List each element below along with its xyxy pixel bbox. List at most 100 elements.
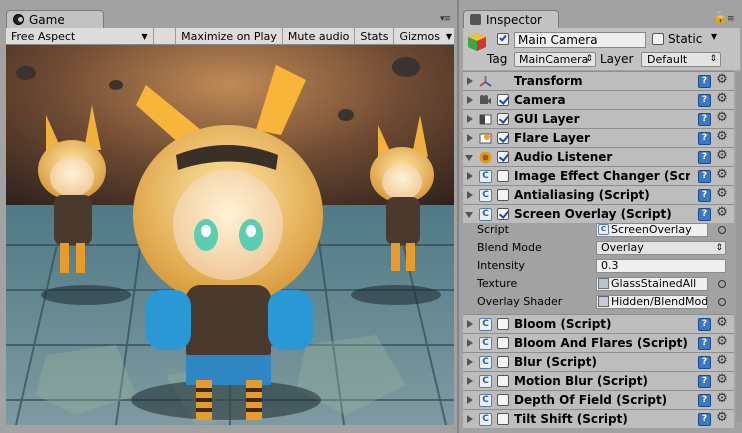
component-header[interactable]: C Image Effect Changer (Script)? ⚙ bbox=[463, 166, 734, 185]
script-icon: C bbox=[479, 208, 492, 221]
component-enabled-checkbox[interactable] bbox=[497, 394, 509, 406]
foldout-closed-icon[interactable] bbox=[467, 415, 473, 423]
help-book-icon[interactable]: ? bbox=[698, 75, 711, 88]
component-header[interactable]: C Bloom And Flares (Script)? ⚙ bbox=[463, 333, 734, 352]
lock-icon[interactable]: 🔒 bbox=[713, 10, 728, 24]
help-book-icon[interactable]: ? bbox=[698, 394, 711, 407]
blend-mode-dropdown[interactable]: Overlay ⇕ bbox=[596, 241, 726, 255]
component-header[interactable]: C Antialiasing (Script)? ⚙ bbox=[463, 185, 734, 204]
component-header[interactable]: Flare Layer? ⚙ bbox=[463, 128, 734, 147]
gear-icon[interactable]: ⚙ bbox=[715, 92, 729, 106]
component-header[interactable]: C Blur (Script)? ⚙ bbox=[463, 352, 734, 371]
maximize-on-play-toggle[interactable]: Maximize on Play bbox=[176, 28, 283, 45]
gear-icon[interactable]: ⚙ bbox=[715, 111, 729, 125]
help-book-icon[interactable]: ? bbox=[698, 318, 711, 331]
gear-icon[interactable]: ⚙ bbox=[715, 411, 729, 425]
intensity-input[interactable]: 0.3 bbox=[596, 259, 726, 273]
tab-inspector[interactable]: Inspector bbox=[463, 10, 559, 29]
overlay-shader-field[interactable]: Hidden/BlendModesOverlay bbox=[596, 295, 708, 309]
component-enabled-checkbox[interactable] bbox=[497, 132, 509, 144]
stats-toggle[interactable]: Stats bbox=[355, 28, 395, 45]
component-enabled-checkbox[interactable] bbox=[497, 113, 509, 125]
foldout-closed-icon[interactable] bbox=[467, 115, 473, 123]
component-enabled-checkbox[interactable] bbox=[497, 356, 509, 368]
foldout-closed-icon[interactable] bbox=[467, 377, 473, 385]
help-book-icon[interactable]: ? bbox=[698, 170, 711, 183]
component-header[interactable]: GUI Layer? ⚙ bbox=[463, 109, 734, 128]
mute-audio-toggle[interactable]: Mute audio bbox=[283, 28, 356, 45]
layer-dropdown[interactable]: Default ⇕ bbox=[641, 52, 721, 67]
component-header[interactable]: C Tilt Shift (Script)? ⚙ bbox=[463, 409, 734, 428]
object-picker-icon[interactable] bbox=[718, 280, 726, 288]
help-book-icon[interactable]: ? bbox=[698, 151, 711, 164]
component-enabled-checkbox[interactable] bbox=[497, 170, 509, 182]
gear-icon[interactable]: ⚙ bbox=[715, 73, 729, 87]
gear-icon[interactable]: ⚙ bbox=[715, 316, 729, 330]
game-viewport[interactable] bbox=[6, 45, 454, 425]
component-header[interactable]: C Depth Of Field (Script)? ⚙ bbox=[463, 390, 734, 409]
foldout-closed-icon[interactable] bbox=[467, 339, 473, 347]
help-book-icon[interactable]: ? bbox=[698, 375, 711, 388]
component-header[interactable]: C Bloom (Script)? ⚙ bbox=[463, 314, 734, 333]
aspect-dropdown[interactable]: Free Aspect ▼ bbox=[6, 28, 154, 45]
foldout-closed-icon[interactable] bbox=[467, 134, 473, 142]
component-enabled-checkbox[interactable] bbox=[497, 189, 509, 201]
inspector-scrollbar[interactable] bbox=[736, 72, 742, 422]
gear-icon[interactable]: ⚙ bbox=[715, 149, 729, 163]
object-picker-icon[interactable] bbox=[718, 298, 726, 306]
active-checkbox[interactable] bbox=[497, 33, 509, 45]
game-toolbar: Free Aspect ▼ Maximize on Play Mute audi… bbox=[6, 28, 454, 45]
gear-icon[interactable]: ⚙ bbox=[715, 206, 729, 220]
component-header[interactable]: C Motion Blur (Script)? ⚙ bbox=[463, 371, 734, 390]
component-enabled-checkbox[interactable] bbox=[497, 151, 509, 163]
help-book-icon[interactable]: ? bbox=[698, 208, 711, 221]
object-name-field[interactable]: Main Camera bbox=[514, 32, 646, 48]
help-book-icon[interactable]: ? bbox=[698, 189, 711, 202]
texture-field[interactable]: GlassStainedAll bbox=[596, 277, 708, 291]
help-book-icon[interactable]: ? bbox=[698, 113, 711, 126]
foldout-closed-icon[interactable] bbox=[467, 358, 473, 366]
foldout-open-icon[interactable] bbox=[465, 155, 473, 165]
inspector-panel: Inspector 🔒 ≡ Main Camera Static ▼ Tag M… bbox=[457, 0, 742, 433]
component-enabled-checkbox[interactable] bbox=[497, 337, 509, 349]
tab-game[interactable]: Game bbox=[6, 10, 104, 29]
camera-icon bbox=[479, 94, 492, 107]
gear-icon[interactable]: ⚙ bbox=[715, 335, 729, 349]
help-book-icon[interactable]: ? bbox=[698, 413, 711, 426]
component-header[interactable]: Transform? ⚙ bbox=[463, 71, 734, 90]
chevron-down-icon[interactable]: ▼ bbox=[711, 32, 717, 41]
component-enabled-checkbox[interactable] bbox=[497, 375, 509, 387]
gear-icon[interactable]: ⚙ bbox=[715, 187, 729, 201]
foldout-closed-icon[interactable] bbox=[467, 320, 473, 328]
help-book-icon[interactable]: ? bbox=[698, 94, 711, 107]
object-picker-icon[interactable] bbox=[718, 226, 726, 234]
component-enabled-checkbox[interactable] bbox=[497, 94, 509, 106]
component-enabled-checkbox[interactable] bbox=[497, 413, 509, 425]
foldout-closed-icon[interactable] bbox=[467, 77, 473, 85]
prop-script: Script C ScreenOverlay bbox=[477, 221, 730, 239]
panel-menu-icon[interactable]: ≡ bbox=[727, 14, 734, 24]
help-book-icon[interactable]: ? bbox=[698, 356, 711, 369]
gear-icon[interactable]: ⚙ bbox=[715, 392, 729, 406]
foldout-closed-icon[interactable] bbox=[467, 172, 473, 180]
foldout-closed-icon[interactable] bbox=[467, 396, 473, 404]
gear-icon[interactable]: ⚙ bbox=[715, 168, 729, 182]
component-header[interactable]: Audio Listener? ⚙ bbox=[463, 147, 734, 166]
component-header[interactable]: Camera? ⚙ bbox=[463, 90, 734, 109]
tag-dropdown[interactable]: MainCamera ⇕ bbox=[514, 52, 596, 67]
gizmos-dropdown[interactable]: Gizmos ▼ bbox=[394, 28, 454, 45]
tab-inspector-label: Inspector bbox=[486, 13, 542, 27]
script-field[interactable]: C ScreenOverlay bbox=[596, 223, 708, 237]
foldout-closed-icon[interactable] bbox=[467, 191, 473, 199]
component-enabled-checkbox[interactable] bbox=[497, 318, 509, 330]
gear-icon[interactable]: ⚙ bbox=[715, 373, 729, 387]
panel-menu-icon[interactable]: ▾≡ bbox=[440, 14, 451, 24]
help-book-icon[interactable]: ? bbox=[698, 337, 711, 350]
component-enabled-checkbox[interactable] bbox=[497, 208, 509, 220]
gear-icon[interactable]: ⚙ bbox=[715, 130, 729, 144]
foldout-open-icon[interactable] bbox=[465, 212, 473, 222]
help-book-icon[interactable]: ? bbox=[698, 132, 711, 145]
gear-icon[interactable]: ⚙ bbox=[715, 354, 729, 368]
static-checkbox[interactable] bbox=[652, 33, 664, 45]
foldout-closed-icon[interactable] bbox=[467, 96, 473, 104]
